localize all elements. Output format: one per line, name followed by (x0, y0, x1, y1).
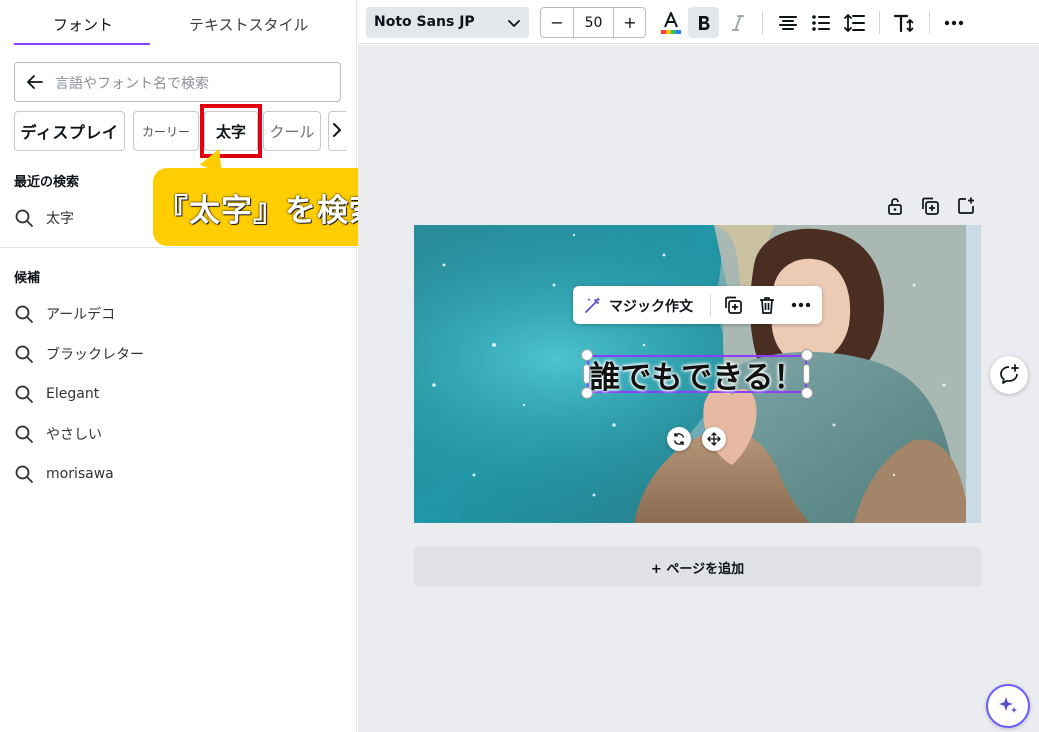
rotate-button[interactable] (667, 427, 691, 451)
resize-handle[interactable] (801, 387, 813, 399)
line-spacing-icon (843, 13, 865, 32)
suggestion-item[interactable]: ブラックレター (14, 343, 144, 365)
toolbar-separator (879, 11, 880, 34)
suggestions-title: 候補 (14, 271, 41, 286)
align-button[interactable] (772, 7, 803, 38)
magic-wand-icon (585, 297, 601, 313)
increase-size-button[interactable]: + (614, 8, 646, 37)
italic-icon (731, 14, 744, 31)
spacing-button[interactable] (839, 7, 870, 38)
selected-text-element[interactable]: 誰でもできる！ (587, 355, 807, 396)
back-arrow-icon[interactable] (25, 72, 45, 92)
suggestion-item-label: ブラックレター (46, 347, 144, 363)
toolbar-separator (929, 11, 930, 34)
panel-tabs: フォント テキストスタイル (0, 0, 357, 47)
add-page-button[interactable]: + ページを追加 (414, 547, 981, 587)
side-handle[interactable] (583, 364, 590, 384)
duplicate-page-icon[interactable] (920, 196, 940, 216)
chevron-right-icon[interactable] (330, 121, 344, 139)
rotate-icon (673, 433, 685, 445)
suggestion-item-label: morisawa (46, 466, 114, 482)
bold-icon (698, 15, 709, 30)
suggestion-item[interactable]: やさしい (14, 423, 102, 445)
decrease-size-button[interactable]: − (541, 8, 573, 37)
more-options-button[interactable] (938, 7, 969, 38)
canvas-text[interactable]: 誰でもできる！ (589, 357, 805, 396)
suggestion-item-label: やさしい (46, 427, 102, 443)
callout-bubble: 『太字』を検索 (153, 168, 385, 246)
more-icon (944, 20, 963, 25)
add-page-icon[interactable] (956, 196, 976, 216)
font-search-input[interactable]: 言語やフォント名で検索 (14, 62, 341, 102)
comment-button[interactable] (990, 356, 1028, 394)
search-icon (15, 465, 33, 483)
text-toolbar: Noto Sans JP − 50 + (358, 0, 1039, 44)
search-icon (15, 425, 33, 443)
move-button[interactable] (702, 427, 726, 451)
bold-button[interactable] (688, 7, 719, 38)
magic-write-button[interactable]: マジック作文 (609, 296, 693, 316)
align-center-icon (778, 15, 797, 30)
suggestion-item[interactable]: morisawa (14, 463, 114, 485)
menu-separator (710, 294, 711, 316)
list-button[interactable] (805, 7, 836, 38)
suggestion-item-label: アールデコ (46, 307, 116, 323)
toolbar-separator (762, 11, 763, 34)
search-icon (15, 345, 33, 363)
text-effects-button[interactable] (889, 7, 920, 38)
move-icon (707, 432, 721, 446)
resize-handle[interactable] (801, 349, 813, 361)
duplicate-icon[interactable] (723, 295, 743, 315)
recent-searches-title: 最近の検索 (14, 175, 80, 190)
suggestion-item[interactable]: アールデコ (14, 303, 115, 325)
chip-display[interactable]: ディスプレイ (14, 111, 125, 151)
chip-cool[interactable]: クール (263, 111, 321, 151)
element-context-menu: マジック作文 (573, 286, 822, 324)
search-icon (15, 209, 33, 227)
search-icon (15, 385, 33, 403)
side-handle[interactable] (803, 364, 810, 384)
font-family-value: Noto Sans JP (374, 14, 475, 30)
chevron-down-icon (508, 20, 520, 27)
more-icon[interactable] (791, 302, 811, 308)
font-size-stepper: − 50 + (540, 7, 646, 38)
chip-curly[interactable]: カーリー (133, 111, 199, 151)
font-family-dropdown[interactable]: Noto Sans JP (366, 7, 529, 38)
add-comment-icon (1000, 364, 1019, 384)
trash-icon[interactable] (757, 295, 777, 315)
sparkle-icon (999, 697, 1017, 713)
suggestion-item[interactable]: Elegant (14, 383, 99, 405)
recent-item-label: 太字 (46, 211, 74, 227)
resize-handle[interactable] (581, 349, 593, 361)
font-size-input[interactable]: 50 (573, 8, 614, 37)
suggestion-item-label: Elegant (46, 386, 100, 402)
text-size-icon (893, 14, 913, 32)
recent-item[interactable]: 太字 (14, 207, 74, 229)
search-placeholder: 言語やフォント名で検索 (55, 76, 209, 92)
text-color-icon (660, 11, 681, 34)
tab-text-style[interactable]: テキストスタイル (189, 14, 309, 35)
active-tab-underline (14, 43, 150, 45)
italic-button[interactable] (722, 7, 753, 38)
text-color-button[interactable] (655, 7, 686, 38)
section-divider (0, 247, 357, 248)
lock-icon[interactable] (885, 196, 905, 216)
font-panel: フォント テキストスタイル 言語やフォント名で検索 ディスプレイ カーリー 太字… (0, 0, 385, 732)
resize-handle[interactable] (581, 387, 593, 399)
search-icon (15, 305, 33, 323)
tab-font[interactable]: フォント (53, 14, 113, 35)
magic-assistant-button[interactable] (986, 684, 1030, 728)
bullet-list-icon (811, 14, 830, 31)
